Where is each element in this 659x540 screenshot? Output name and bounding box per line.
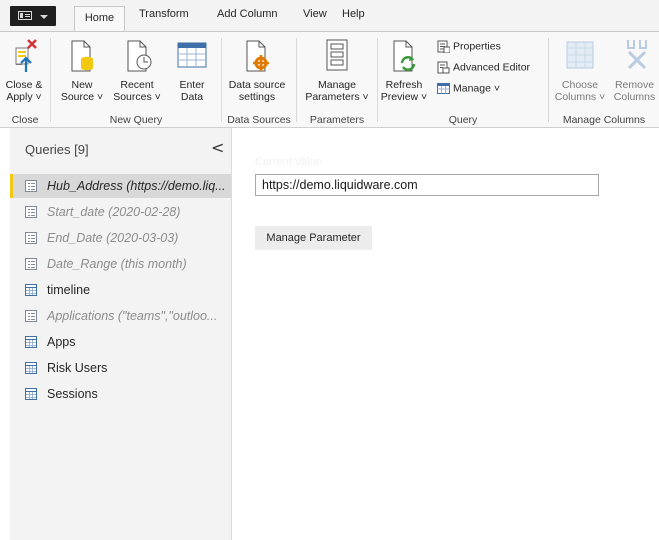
manage-label: Manage ˅ bbox=[453, 82, 500, 95]
manage-parameters-label-2: Parameters ˅ bbox=[305, 91, 369, 103]
ribbon: Close & Apply ˅ New Source ˅ Recent Sour… bbox=[0, 31, 659, 128]
table-icon bbox=[177, 42, 207, 68]
remove-columns-button[interactable]: Remove Columns bbox=[610, 32, 659, 112]
group-divider bbox=[50, 38, 51, 122]
query-item-timeline[interactable]: timeline bbox=[10, 278, 231, 302]
choose-columns-icon bbox=[566, 41, 594, 69]
recent-sources-icon bbox=[127, 40, 152, 72]
remove-columns-icon bbox=[627, 40, 647, 70]
advanced-editor-button[interactable]: Advanced Editor bbox=[437, 61, 530, 74]
group-label-new-query: New Query bbox=[109, 114, 163, 126]
manage-parameters-button[interactable]: Manage Parameters ˅ bbox=[300, 32, 374, 112]
recent-sources-button[interactable]: Recent Sources ˅ bbox=[108, 32, 166, 112]
group-label-close: Close bbox=[11, 114, 39, 126]
parameter-icon bbox=[25, 258, 37, 270]
tab-help[interactable]: Help bbox=[342, 8, 365, 20]
query-item-label: Start_date (2020-02-28) bbox=[47, 205, 181, 219]
enter-data-label-2: Data bbox=[180, 91, 204, 103]
data-source-settings-label: Data source bbox=[228, 79, 286, 91]
query-item-label: Applications ("teams","outloo... bbox=[47, 309, 218, 323]
current-value-label: Current Value bbox=[255, 156, 323, 168]
choose-columns-label-2: Columns ˅ bbox=[554, 91, 606, 103]
enter-data-label: Enter bbox=[179, 79, 205, 91]
group-label-data-sources: Data Sources bbox=[227, 114, 291, 126]
refresh-preview-label-2: Preview ˅ bbox=[380, 91, 428, 103]
query-item-label: Apps bbox=[47, 335, 76, 349]
new-source-label-2: Source ˅ bbox=[60, 91, 104, 103]
close-apply-button[interactable]: Close & Apply ˅ bbox=[2, 32, 46, 112]
manage-parameters-label: Manage bbox=[318, 79, 356, 91]
query-item-start-date[interactable]: Start_date (2020-02-28) bbox=[10, 200, 231, 224]
query-item-label: timeline bbox=[47, 283, 91, 297]
query-item-end-date[interactable]: End_Date (2020-03-03) bbox=[10, 226, 231, 250]
table-icon bbox=[25, 362, 37, 374]
advanced-editor-label: Advanced Editor bbox=[453, 61, 531, 74]
properties-label: Properties bbox=[453, 40, 501, 53]
chevron-down-icon bbox=[40, 15, 48, 19]
group-label-parameters: Parameters bbox=[309, 114, 365, 126]
properties-icon bbox=[437, 40, 451, 54]
new-source-label: New bbox=[71, 79, 93, 91]
query-item-applications[interactable]: Applications ("teams","outloo... bbox=[10, 304, 231, 328]
group-label-query: Query bbox=[448, 114, 478, 126]
recent-sources-label: Recent bbox=[120, 79, 154, 91]
close-apply-icon bbox=[15, 39, 37, 72]
tab-view[interactable]: View bbox=[303, 8, 327, 20]
query-item-label: Hub_Address (https://demo.liq... bbox=[47, 179, 226, 193]
query-item-date-range[interactable]: Date_Range (this month) bbox=[10, 252, 231, 276]
ribbon-tab-bar: Home Transform Add Column View Help bbox=[0, 0, 659, 32]
manage-parameter-button[interactable]: Manage Parameter bbox=[255, 226, 372, 250]
choose-columns-button[interactable]: Choose Columns ˅ bbox=[552, 32, 608, 112]
query-item-label: Sessions bbox=[47, 387, 98, 401]
group-divider bbox=[548, 38, 549, 122]
query-item-sessions[interactable]: Sessions bbox=[10, 382, 231, 406]
group-label-manage-columns: Manage Columns bbox=[562, 114, 646, 126]
advanced-editor-icon bbox=[437, 61, 450, 74]
query-item-label: Risk Users bbox=[47, 361, 108, 375]
group-divider bbox=[377, 38, 378, 122]
data-source-settings-icon bbox=[246, 40, 269, 72]
close-apply-label-2: Apply ˅ bbox=[6, 91, 42, 103]
query-item-label: End_Date (2020-03-03) bbox=[47, 231, 179, 245]
enter-data-button[interactable]: Enter Data bbox=[170, 32, 214, 112]
current-value-input[interactable]: https://demo.liquidware.com bbox=[255, 174, 599, 196]
table-icon bbox=[25, 388, 37, 400]
parameter-icon bbox=[25, 180, 37, 192]
tab-add-column[interactable]: Add Column bbox=[217, 8, 278, 20]
choose-columns-label: Choose bbox=[561, 79, 599, 91]
group-divider bbox=[296, 38, 297, 122]
recent-sources-label-2: Sources ˅ bbox=[113, 91, 161, 103]
refresh-icon bbox=[393, 40, 416, 72]
file-menu-button[interactable] bbox=[10, 6, 56, 26]
data-source-settings-button[interactable]: Data source settings bbox=[224, 32, 290, 112]
query-item-hub-address[interactable]: Hub_Address (https://demo.liq... bbox=[10, 174, 231, 198]
group-divider bbox=[221, 38, 222, 122]
parameter-icon bbox=[25, 206, 37, 218]
collapse-pane-icon[interactable]: < bbox=[211, 138, 224, 157]
close-apply-label: Close & bbox=[5, 79, 43, 91]
query-item-label: Date_Range (this month) bbox=[47, 257, 187, 271]
table-icon bbox=[25, 284, 37, 296]
manage-button[interactable]: Manage ˅ bbox=[437, 82, 500, 95]
table-icon bbox=[25, 336, 37, 348]
refresh-preview-button[interactable]: Refresh Preview ˅ bbox=[380, 32, 428, 112]
tab-home[interactable]: Home bbox=[74, 6, 125, 32]
menu-icon bbox=[18, 11, 32, 20]
properties-button[interactable]: Properties bbox=[437, 40, 501, 54]
parameter-icon bbox=[25, 310, 37, 322]
table-icon bbox=[437, 82, 450, 95]
remove-columns-label: Remove bbox=[614, 79, 655, 91]
queries-pane: Queries [9] < Hub_Address (https://demo.… bbox=[10, 128, 232, 540]
parameter-icon bbox=[25, 232, 37, 244]
data-source-settings-label-2: settings bbox=[238, 91, 276, 103]
queries-pane-title: Queries [9] bbox=[25, 142, 89, 157]
refresh-preview-label: Refresh bbox=[385, 79, 423, 91]
parameters-icon bbox=[326, 39, 348, 71]
new-source-icon bbox=[71, 40, 93, 72]
new-source-button[interactable]: New Source ˅ bbox=[56, 32, 108, 112]
tab-transform[interactable]: Transform bbox=[139, 8, 189, 20]
query-item-apps[interactable]: Apps bbox=[10, 330, 231, 354]
remove-columns-label-2: Columns bbox=[613, 91, 656, 103]
query-item-risk-users[interactable]: Risk Users bbox=[10, 356, 231, 380]
